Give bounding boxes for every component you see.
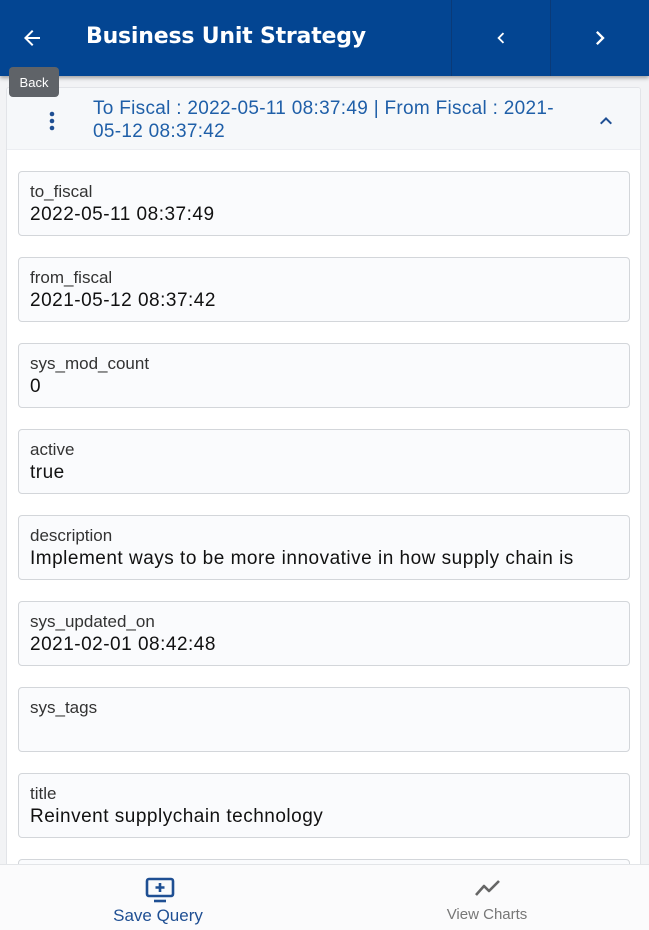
- arrow-left-icon: [24, 30, 40, 46]
- line-chart-icon: [475, 880, 500, 896]
- chevron-right-icon: [596, 31, 605, 45]
- back-button[interactable]: [0, 0, 64, 76]
- page-title: Business Unit Strategy: [86, 24, 366, 49]
- field-sys-mod-count[interactable]: sys_mod_count 0: [18, 343, 630, 408]
- field-label: to_fiscal: [30, 182, 93, 201]
- field-label: from_fiscal: [30, 268, 113, 287]
- next-record-button[interactable]: [550, 0, 649, 76]
- bottom-navigation: Save Query View Charts: [0, 864, 649, 930]
- field-title[interactable]: title Reinvent supplychain technology: [18, 773, 630, 838]
- field-label: description: [30, 526, 113, 545]
- field-to-fiscal[interactable]: to_fiscal 2022-05-11 08:37:49: [18, 171, 630, 236]
- field-value: Reinvent supplychain technology: [30, 806, 324, 827]
- field-value: true: [30, 462, 65, 483]
- more-vertical-icon: [49, 111, 55, 131]
- view-charts-button[interactable]: View Charts: [325, 865, 649, 930]
- record-menu-button[interactable]: [37, 106, 67, 136]
- app-bar: Business Unit Strategy: [0, 0, 649, 76]
- field-value: 2022-05-11 08:37:49: [30, 204, 215, 225]
- monitor-plus-icon: [145, 877, 175, 903]
- record-card: To Fiscal : 2022-05-11 08:37:49 | From F…: [6, 87, 641, 877]
- field-label: title: [30, 784, 57, 803]
- field-sys-tags[interactable]: sys_tags: [18, 687, 630, 752]
- field-value: Implement ways to be more innovative in …: [30, 548, 574, 569]
- record-card-header[interactable]: To Fiscal : 2022-05-11 08:37:49 | From F…: [7, 88, 640, 150]
- field-active[interactable]: active true: [18, 429, 630, 494]
- field-value: 2021-02-01 08:42:48: [30, 634, 216, 655]
- field-label: sys_tags: [30, 698, 98, 717]
- field-value: 0: [30, 376, 42, 397]
- previous-record-button[interactable]: [451, 0, 549, 76]
- record-summary: To Fiscal : 2022-05-11 08:37:49 | From F…: [93, 98, 554, 142]
- field-from-fiscal[interactable]: from_fiscal 2021-05-12 08:37:42: [18, 257, 630, 322]
- field-label: sys_mod_count: [30, 354, 150, 373]
- chevron-left-icon: [496, 32, 504, 44]
- field-label: active: [30, 440, 75, 459]
- back-tooltip: Back: [9, 67, 59, 97]
- field-label: sys_updated_on: [30, 612, 155, 631]
- field-description[interactable]: description Implement ways to be more in…: [18, 515, 630, 580]
- field-value: 2021-05-12 08:37:42: [30, 290, 216, 311]
- chevron-up-icon: [600, 117, 612, 125]
- field-sys-updated-on[interactable]: sys_updated_on 2021-02-01 08:42:48: [18, 601, 630, 666]
- save-query-button[interactable]: Save Query: [0, 865, 324, 930]
- collapse-button[interactable]: [591, 106, 621, 136]
- save-query-label: Save Query: [113, 906, 203, 925]
- view-charts-label: View Charts: [446, 906, 528, 923]
